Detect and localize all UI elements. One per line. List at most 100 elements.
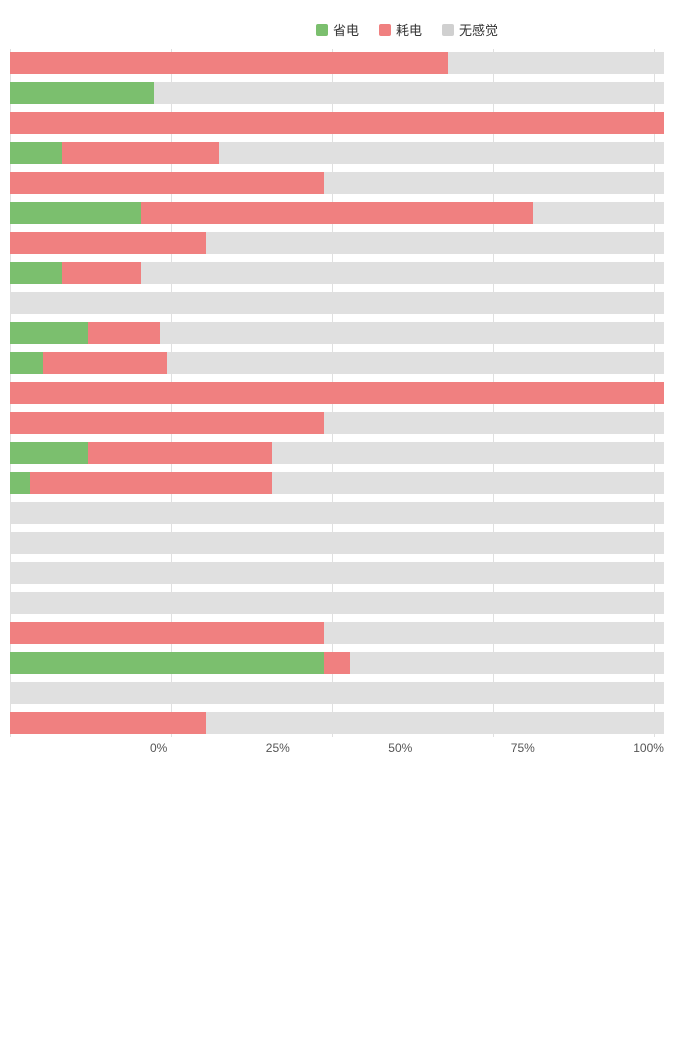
bar-row: iPhone 13 mini <box>10 289 664 317</box>
legend-item: 无感觉 <box>442 20 498 39</box>
bar-row: iPhone 8 Plus <box>10 529 664 557</box>
bar-track <box>10 472 664 494</box>
bar-row: iPhone 11 ProMax <box>10 109 664 137</box>
bar-segment-green <box>10 322 88 344</box>
bar-row: iPhone XS <box>10 679 664 707</box>
bar-label: iPhone X <box>0 626 5 640</box>
bar-row: iPhone 12 <box>10 139 664 167</box>
bar-segment-red <box>10 622 324 644</box>
bar-track <box>10 532 664 554</box>
x-axis-label: 0% <box>150 741 167 755</box>
bar-segment-green <box>10 142 62 164</box>
bar-track <box>10 382 664 404</box>
bars-container: iPhone 11iPhone 11 ProiPhone 11 ProMaxiP… <box>10 49 664 737</box>
bar-row: iPhone 13 <box>10 259 664 287</box>
bar-label: iPhone 12 <box>0 146 5 160</box>
bar-track <box>10 592 664 614</box>
bar-label: iPhone 11 <box>0 56 5 70</box>
bar-row: iPhone SE 第3代 <box>10 589 664 617</box>
legend-item: 省电 <box>316 20 359 39</box>
bar-track <box>10 622 664 644</box>
bar-label: iPhone 8 <box>0 506 5 520</box>
bar-label: iPhone 14 Pro <box>0 446 5 460</box>
bar-segment-red <box>10 712 206 734</box>
bar-label: iPhone 13 ProMax <box>0 349 5 378</box>
bar-segment-red <box>324 652 350 674</box>
bar-segment-green <box>10 652 324 674</box>
bar-label: iPhone 13 mini <box>0 296 5 310</box>
bar-label: iPhone XS <box>0 686 5 700</box>
legend-label: 无感觉 <box>459 20 498 39</box>
bar-row: iPhone X <box>10 619 664 647</box>
bar-track <box>10 82 664 104</box>
bar-segment-red <box>10 52 448 74</box>
bar-segment-red <box>10 382 664 404</box>
bar-segment-green <box>10 352 43 374</box>
bar-label: iPhone 14 <box>0 386 5 400</box>
bar-segment-red <box>88 442 271 464</box>
bar-row: iPhone 13 Pro <box>10 319 664 347</box>
bar-track <box>10 262 664 284</box>
bar-track <box>10 502 664 524</box>
bar-track <box>10 712 664 734</box>
bar-track <box>10 442 664 464</box>
bar-track <box>10 352 664 374</box>
legend-dot <box>379 24 391 36</box>
bar-track <box>10 412 664 434</box>
bar-track <box>10 652 664 674</box>
legend-dot <box>442 24 454 36</box>
bar-segment-red <box>10 172 324 194</box>
bar-label: iPhone 13 Pro <box>0 326 5 340</box>
bar-label: iPhone 11 Pro <box>0 86 5 100</box>
bar-row: iPhone 8 <box>10 499 664 527</box>
legend-label: 省电 <box>333 20 359 39</box>
bar-segment-green <box>10 82 154 104</box>
bar-track <box>10 112 664 134</box>
bar-track <box>10 322 664 344</box>
bar-label: iPhone 13 <box>0 266 5 280</box>
x-axis-label: 75% <box>511 741 535 755</box>
legend: 省电 耗电 无感觉 <box>10 20 664 39</box>
bar-row: iPhone 12 mini <box>10 169 664 197</box>
bar-track <box>10 232 664 254</box>
bar-segment-green <box>10 472 30 494</box>
bar-row: iPhone 14 <box>10 379 664 407</box>
bar-row: iPhone XS Max <box>10 709 664 737</box>
x-axis-label: 50% <box>388 741 412 755</box>
bar-label: iPhone SE 第2代 <box>0 566 5 580</box>
bar-segment-red <box>10 112 664 134</box>
bar-segment-red <box>141 202 533 224</box>
legend-label: 耗电 <box>396 20 422 39</box>
bar-track <box>10 292 664 314</box>
bar-label: iPhone 12 mini <box>0 176 5 190</box>
bar-label: iPhone XR <box>0 656 5 670</box>
bar-segment-green <box>10 202 141 224</box>
bar-segment-red <box>30 472 272 494</box>
bar-segment-red <box>43 352 167 374</box>
bar-track <box>10 52 664 74</box>
bar-segment-red <box>62 142 219 164</box>
bar-row: iPhone 14 Pro <box>10 439 664 467</box>
x-axis-label: 25% <box>266 741 290 755</box>
bar-track <box>10 202 664 224</box>
bar-row: iPhone 12 Pro <box>10 199 664 227</box>
bar-row: iPhone 11 Pro <box>10 79 664 107</box>
bar-label: iPhone XS Max <box>0 716 5 730</box>
bar-segment-red <box>88 322 160 344</box>
x-axis-label: 100% <box>633 741 664 755</box>
bar-row: iPhone SE 第2代 <box>10 559 664 587</box>
legend-dot <box>316 24 328 36</box>
bar-track <box>10 562 664 584</box>
bar-label: iPhone 11 ProMax <box>0 109 5 138</box>
bar-row: iPhone XR <box>10 649 664 677</box>
bar-row: iPhone 14 Plus <box>10 409 664 437</box>
bar-label: iPhone 12 ProMax <box>0 229 5 258</box>
bar-row: iPhone 11 <box>10 49 664 77</box>
chart-container: 省电耗电无感觉 iPhone 11iPhone 11 ProiPhone 11 … <box>0 10 674 785</box>
bar-segment-red <box>10 412 324 434</box>
bar-label: iPhone SE 第3代 <box>0 596 5 610</box>
bar-track <box>10 142 664 164</box>
bar-label: iPhone 8 Plus <box>0 536 5 550</box>
bar-segment-green <box>10 262 62 284</box>
bar-track <box>10 172 664 194</box>
